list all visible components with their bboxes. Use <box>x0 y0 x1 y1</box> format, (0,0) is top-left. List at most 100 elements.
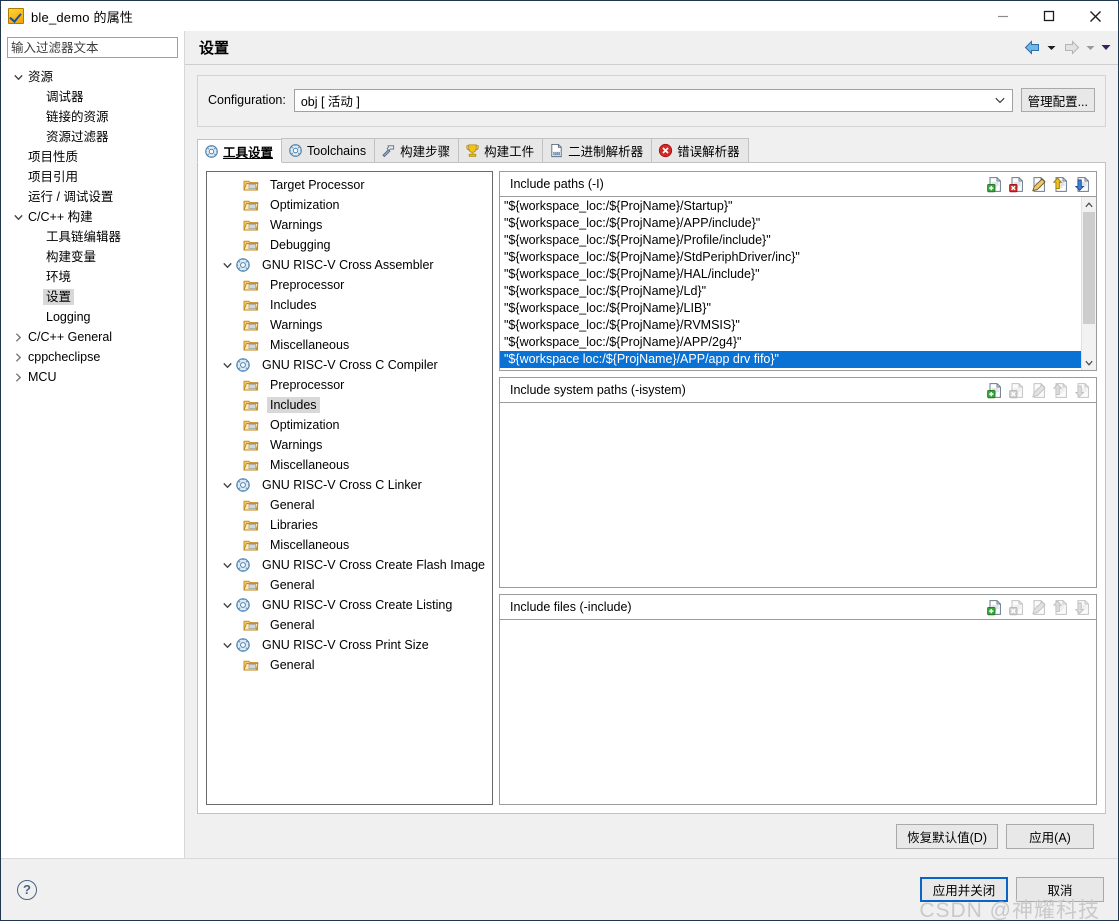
help-icon[interactable]: ? <box>17 879 37 900</box>
options-list[interactable] <box>500 620 1096 804</box>
chevron-down-icon[interactable] <box>219 362 235 369</box>
chevron-down-icon[interactable] <box>219 602 235 609</box>
tool-tree-item-19[interactable]: GNU RISC-V Cross Create Flash Image <box>207 555 492 575</box>
tool-tree-item-20[interactable]: General <box>207 575 492 595</box>
move-up-icon[interactable] <box>1053 176 1070 193</box>
back-dropdown-caret-icon[interactable] <box>1045 37 1058 59</box>
scroll-down-icon[interactable] <box>1082 355 1096 370</box>
tab-5[interactable]: 错误解析器 <box>651 138 749 162</box>
tool-tree-item-9[interactable]: GNU RISC-V Cross C Compiler <box>207 355 492 375</box>
sidebar-item-8[interactable]: 工具链编辑器 <box>1 227 184 247</box>
back-arrow-icon[interactable] <box>1021 37 1043 59</box>
tool-tree-item-17[interactable]: Libraries <box>207 515 492 535</box>
chevron-down-icon[interactable] <box>219 562 235 569</box>
chevron-down-icon[interactable] <box>11 74 25 81</box>
tool-tree-item-15[interactable]: GNU RISC-V Cross C Linker <box>207 475 492 495</box>
tool-tree-item-22[interactable]: General <box>207 615 492 635</box>
delete-icon[interactable] <box>1009 176 1026 193</box>
sidebar-item-11[interactable]: 设置 <box>1 287 184 307</box>
apply-and-close-button[interactable]: 应用并关闭 <box>920 877 1008 902</box>
sidebar-item-2[interactable]: 链接的资源 <box>1 107 184 127</box>
sidebar-item-3[interactable]: 资源过滤器 <box>1 127 184 147</box>
add-icon[interactable] <box>987 599 1004 616</box>
tab-1[interactable]: Toolchains <box>281 138 376 162</box>
configuration-combo[interactable]: obj [ 活动 ] <box>293 88 1013 112</box>
chevron-right-icon[interactable] <box>11 352 25 362</box>
tool-tree-item-24[interactable]: General <box>207 655 492 675</box>
chevron-right-icon[interactable] <box>11 332 25 342</box>
list-item[interactable]: "${workspace_loc:/${ProjName}/StdPeriphD… <box>500 249 1081 266</box>
list-item[interactable]: "${workspace_loc:/${ProjName}/LIB}" <box>500 300 1081 317</box>
tool-tree-item-11[interactable]: Includes <box>207 395 492 415</box>
tool-tree-item-5[interactable]: Preprocessor <box>207 275 492 295</box>
page-menu-caret-icon[interactable] <box>1099 37 1112 59</box>
edit-icon[interactable] <box>1031 176 1048 193</box>
scrollbar-thumb[interactable] <box>1083 212 1095 324</box>
tool-tree[interactable]: Target Processor Optimization Warnings D… <box>206 171 493 805</box>
sidebar-item-14[interactable]: cppcheclipse <box>1 347 184 367</box>
filter-input[interactable] <box>7 37 178 58</box>
tool-tree-item-8[interactable]: Miscellaneous <box>207 335 492 355</box>
tab-4[interactable]: 010 二进制解析器 <box>542 138 653 162</box>
list-item[interactable]: "${workspace_loc:/${ProjName}/Startup}" <box>500 198 1081 215</box>
sidebar-item-5[interactable]: 项目引用 <box>1 167 184 187</box>
list-item[interactable]: "${workspace_loc:/${ProjName}/APP/includ… <box>500 215 1081 232</box>
chevron-down-icon[interactable] <box>219 642 235 649</box>
tool-tree-item-6[interactable]: Includes <box>207 295 492 315</box>
close-button[interactable] <box>1072 1 1118 31</box>
chevron-down-icon[interactable] <box>11 214 25 221</box>
maximize-button[interactable] <box>1026 1 1072 31</box>
sidebar-item-6[interactable]: 运行 / 调试设置 <box>1 187 184 207</box>
move-down-icon[interactable] <box>1075 176 1092 193</box>
sidebar-item-13[interactable]: C/C++ General <box>1 327 184 347</box>
sidebar-item-12[interactable]: Logging <box>1 307 184 327</box>
chevron-down-icon[interactable] <box>219 482 235 489</box>
chevron-down-icon[interactable] <box>219 262 235 269</box>
tool-tree-item-21[interactable]: GNU RISC-V Cross Create Listing <box>207 595 492 615</box>
cancel-button[interactable]: 取消 <box>1016 877 1104 902</box>
sidebar-item-7[interactable]: C/C++ 构建 <box>1 207 184 227</box>
sidebar-item-10[interactable]: 环境 <box>1 267 184 287</box>
gear-wrench-icon <box>235 477 255 493</box>
options-list[interactable] <box>500 403 1096 587</box>
list-item[interactable]: "${workspace_loc:/${ProjName}/APP/2g4}" <box>500 334 1081 351</box>
add-icon[interactable] <box>987 176 1004 193</box>
tool-tree-item-0[interactable]: Target Processor <box>207 175 492 195</box>
tab-0[interactable]: 工具设置 <box>197 139 283 163</box>
tool-tree-item-1[interactable]: Optimization <box>207 195 492 215</box>
sidebar-item-15[interactable]: MCU <box>1 367 184 387</box>
scrollbar-track[interactable] <box>1082 212 1096 355</box>
manage-configurations-button[interactable]: 管理配置... <box>1020 88 1095 112</box>
tab-3[interactable]: 构建工件 <box>458 138 544 162</box>
sidebar-item-0[interactable]: 资源 <box>1 67 184 87</box>
tool-tree-item-14[interactable]: Miscellaneous <box>207 455 492 475</box>
tool-tree-item-13[interactable]: Warnings <box>207 435 492 455</box>
apply-button[interactable]: 应用(A) <box>1006 823 1094 849</box>
vertical-scrollbar[interactable] <box>1081 197 1096 370</box>
tool-tree-item-18[interactable]: Miscellaneous <box>207 535 492 555</box>
sidebar-item-4[interactable]: 项目性质 <box>1 147 184 167</box>
tool-tree-item-7[interactable]: Warnings <box>207 315 492 335</box>
options-list[interactable]: "${workspace_loc:/${ProjName}/Startup}" "… <box>500 197 1081 370</box>
tool-tree-item-2[interactable]: Warnings <box>207 215 492 235</box>
tool-tree-item-23[interactable]: GNU RISC-V Cross Print Size <box>207 635 492 655</box>
tab-2[interactable]: 构建步骤 <box>374 138 460 162</box>
sidebar-item-9[interactable]: 构建变量 <box>1 247 184 267</box>
list-item[interactable]: "${workspace_loc:/${ProjName}/Ld}" <box>500 283 1081 300</box>
list-item[interactable]: "${workspace_loc:/${ProjName}/HAL/includ… <box>500 266 1081 283</box>
tool-tree-item-10[interactable]: Preprocessor <box>207 375 492 395</box>
sidebar-item-1[interactable]: 调试器 <box>1 87 184 107</box>
restore-defaults-button[interactable]: 恢复默认值(D) <box>896 823 998 849</box>
tool-tree-item-12[interactable]: Optimization <box>207 415 492 435</box>
tool-tree-item-label: General <box>270 618 315 632</box>
list-item[interactable]: "${workspace loc:/${ProjName}/APP/app dr… <box>500 351 1081 368</box>
chevron-right-icon[interactable] <box>11 372 25 382</box>
add-icon[interactable] <box>987 382 1004 399</box>
tool-tree-item-4[interactable]: GNU RISC-V Cross Assembler <box>207 255 492 275</box>
tool-tree-item-16[interactable]: General <box>207 495 492 515</box>
minimize-button[interactable] <box>980 1 1026 31</box>
list-item[interactable]: "${workspace_loc:/${ProjName}/Profile/in… <box>500 232 1081 249</box>
list-item[interactable]: "${workspace_loc:/${ProjName}/RVMSIS}" <box>500 317 1081 334</box>
tool-tree-item-3[interactable]: Debugging <box>207 235 492 255</box>
scroll-up-icon[interactable] <box>1082 197 1096 212</box>
